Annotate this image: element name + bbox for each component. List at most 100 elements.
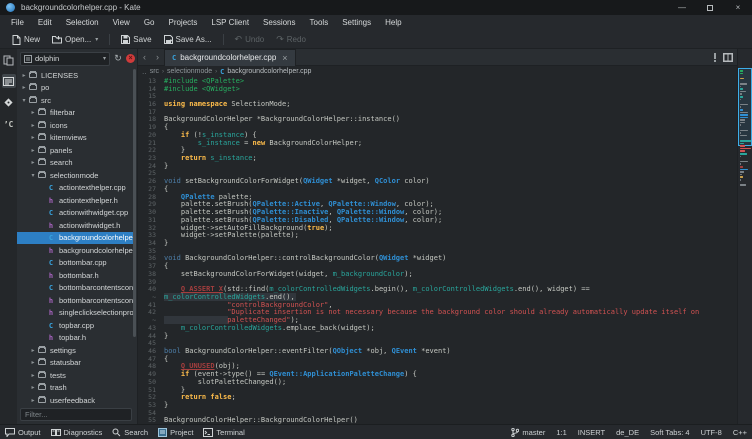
- code-row[interactable]: ~m_colorControlledWidgets.end(),: [138, 293, 722, 301]
- code-row[interactable]: 22 }: [138, 146, 722, 154]
- breadcrumb-src[interactable]: src: [150, 68, 159, 75]
- code-row[interactable]: 51 }: [138, 386, 722, 394]
- code-row[interactable]: 39: [138, 278, 722, 286]
- code-row[interactable]: 18BackgroundColorHelper *BackgroundColor…: [138, 116, 722, 124]
- tab-backgroundcolorhelper[interactable]: C backgroundcolorhelper.cpp ×: [164, 49, 296, 66]
- code-row[interactable]: 36void BackgroundColorHelper::controlBac…: [138, 255, 722, 263]
- project-selector[interactable]: dolphin ▾: [20, 52, 110, 66]
- status-de-de[interactable]: de_DE: [616, 428, 639, 437]
- tree-item-backgroundcolorhelper-c-[interactable]: Cbackgroundcolorhelper.c...: [17, 232, 133, 245]
- split-view-icon[interactable]: [723, 53, 733, 62]
- chevron-collapsed-icon[interactable]: ▸: [29, 147, 37, 154]
- menu-item-go[interactable]: Go: [137, 15, 162, 31]
- code-row[interactable]: 50 slotPaletteChanged();: [138, 378, 722, 386]
- tree-item-backgroundcolorhelper-h[interactable]: hbackgroundcolorhelper.h: [17, 244, 133, 257]
- code-view[interactable]: 13#include <QPalette>14#include <QWidget…: [138, 77, 722, 424]
- chevron-expanded-icon[interactable]: ▾: [29, 172, 37, 179]
- chevron-collapsed-icon[interactable]: ▸: [29, 384, 37, 391]
- tree-item-po[interactable]: ▸po: [17, 82, 133, 95]
- tree-item-actiontexthelper-cpp[interactable]: Cactiontexthelper.cpp: [17, 182, 133, 195]
- tab-bar-menu-icon[interactable]: [713, 53, 717, 62]
- code-row[interactable]: 30 palette.setBrush(QPalette::Inactive, …: [138, 208, 722, 216]
- code-row[interactable]: 21 s_instance = new BackgroundColorHelpe…: [138, 139, 722, 147]
- tree-item-topbar-h[interactable]: htopbar.h: [17, 332, 133, 345]
- tree-item-licenses[interactable]: ▸LICENSES: [17, 69, 133, 82]
- tree-item-selectionmode[interactable]: ▾selectionmode: [17, 169, 133, 182]
- code-row[interactable]: 24}: [138, 162, 722, 170]
- tree-item-bottombar-h[interactable]: hbottombar.h: [17, 269, 133, 282]
- sidebar-tool-documents[interactable]: [2, 53, 16, 67]
- chevron-collapsed-icon[interactable]: ▸: [29, 397, 37, 404]
- code-row[interactable]: 47{: [138, 355, 722, 363]
- code-row[interactable]: 43 m_colorControlledWidgets.emplace_back…: [138, 324, 722, 332]
- status-1-1[interactable]: 1:1: [556, 428, 566, 437]
- code-row[interactable]: 52 return false;: [138, 393, 722, 401]
- tree-item-search[interactable]: ▸search: [17, 157, 133, 170]
- menu-item-lsp-client[interactable]: LSP Client: [204, 15, 256, 31]
- tab-close-icon[interactable]: ×: [282, 53, 287, 63]
- status-soft-tabs-4[interactable]: Soft Tabs: 4: [650, 428, 689, 437]
- chevron-collapsed-icon[interactable]: ▸: [29, 134, 37, 141]
- code-row[interactable]: 32 widget->setAutoFillBackground(true);: [138, 224, 722, 232]
- code-row[interactable]: 25: [138, 170, 722, 178]
- code-row[interactable]: 46bool BackgroundColorHelper::eventFilte…: [138, 347, 722, 355]
- new-button[interactable]: New: [6, 33, 46, 47]
- tool-button-diagnostics[interactable]: Diagnostics: [51, 428, 103, 437]
- tree-item-actionwithwidget-cpp[interactable]: Cactionwithwidget.cpp: [17, 207, 133, 220]
- refresh-icon[interactable]: ↻: [112, 53, 124, 65]
- breadcrumb-file[interactable]: backgroundcolorhelper.cpp: [227, 68, 311, 75]
- code-row[interactable]: 31 palette.setBrush(QPalette::Disabled, …: [138, 216, 722, 224]
- save-as-button[interactable]: Save As...: [158, 33, 218, 46]
- status-insert[interactable]: INSERT: [578, 428, 605, 437]
- minimap-scrollbar[interactable]: [737, 49, 752, 424]
- code-row[interactable]: 45: [138, 339, 722, 347]
- code-row[interactable]: 17: [138, 108, 722, 116]
- code-row[interactable]: 28 QPalette palette;: [138, 193, 722, 201]
- code-row[interactable]: 41 "controlBackgroundColor",: [138, 301, 722, 309]
- tool-button-project[interactable]: Project: [158, 428, 193, 437]
- tree-item-trash[interactable]: ▸trash: [17, 382, 133, 395]
- open-button[interactable]: Open...▾: [46, 33, 104, 46]
- menu-item-tools[interactable]: Tools: [303, 15, 336, 31]
- code-row[interactable]: 54: [138, 409, 722, 417]
- code-row[interactable]: 34}: [138, 239, 722, 247]
- code-row[interactable]: 13#include <QPalette>: [138, 77, 722, 85]
- code-row[interactable]: 20 if (!s_instance) {: [138, 131, 722, 139]
- chevron-collapsed-icon[interactable]: ▸: [29, 359, 37, 366]
- menu-item-help[interactable]: Help: [378, 15, 408, 31]
- breadcrumb-ellipsis[interactable]: ‥: [142, 68, 147, 76]
- chevron-down-icon[interactable]: ▾: [95, 36, 98, 43]
- tree-item-panels[interactable]: ▸panels: [17, 144, 133, 157]
- status-c++[interactable]: C++: [733, 428, 747, 437]
- sidebar-tool-filesystem[interactable]: [2, 74, 16, 88]
- menu-item-sessions[interactable]: Sessions: [256, 15, 302, 31]
- tool-button-search[interactable]: Search: [112, 428, 148, 437]
- tree-item-bottombarcontentscont-[interactable]: hbottombarcontentscont...: [17, 294, 133, 307]
- close-panel-icon[interactable]: ×: [126, 54, 135, 63]
- maximize-button[interactable]: [696, 0, 724, 15]
- code-row[interactable]: 40 Q_ASSERT_X(std::find(m_colorControlle…: [138, 285, 722, 293]
- tool-button-terminal[interactable]: Terminal: [203, 428, 244, 437]
- save-button[interactable]: Save: [115, 33, 157, 46]
- tree-scrollbar[interactable]: [133, 69, 136, 337]
- code-row[interactable]: 15: [138, 92, 722, 100]
- code-row[interactable]: 53}: [138, 401, 722, 409]
- code-row[interactable]: 49 if (event->type() == QEvent::Applicat…: [138, 370, 722, 378]
- chevron-collapsed-icon[interactable]: ▸: [20, 72, 28, 79]
- code-row[interactable]: 44}: [138, 332, 722, 340]
- status-utf-8[interactable]: UTF-8: [701, 428, 722, 437]
- code-row[interactable]: 14#include <QWidget>: [138, 85, 722, 93]
- tree-item-tests[interactable]: ▸tests: [17, 369, 133, 382]
- menu-item-view[interactable]: View: [106, 15, 137, 31]
- chevron-collapsed-icon[interactable]: ▸: [29, 109, 37, 116]
- code-row[interactable]: 35: [138, 247, 722, 255]
- status-master[interactable]: master: [511, 428, 545, 437]
- code-row[interactable]: 16using namespace SelectionMode;: [138, 100, 722, 108]
- code-row[interactable]: 38 setBackgroundColorForWidget(widget, m…: [138, 270, 722, 278]
- tree-item-filterbar[interactable]: ▸filterbar: [17, 107, 133, 120]
- menu-item-file[interactable]: File: [4, 15, 31, 31]
- tree-item-icons[interactable]: ▸icons: [17, 119, 133, 132]
- menu-item-edit[interactable]: Edit: [31, 15, 59, 31]
- chevron-collapsed-icon[interactable]: ▸: [29, 372, 37, 379]
- tree-item-topbar-cpp[interactable]: Ctopbar.cpp: [17, 319, 133, 332]
